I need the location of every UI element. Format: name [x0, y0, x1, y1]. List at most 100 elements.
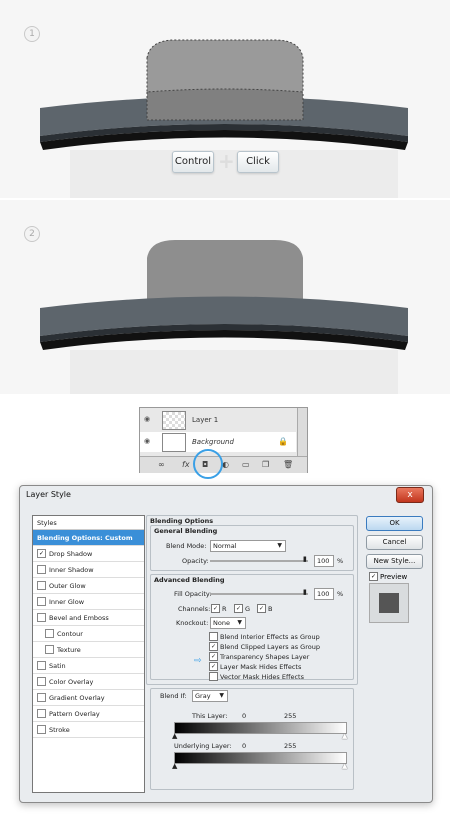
- blending-options-title: Blending Options: [150, 517, 214, 525]
- blend-mode-select[interactable]: Normal ▼: [210, 540, 286, 552]
- underlying-white-handle[interactable]: ▲: [342, 762, 347, 770]
- advanced-option-label: Layer Mask Hides Effects: [220, 663, 302, 671]
- link-icon[interactable]: ∞: [158, 460, 165, 469]
- advanced-option-label: Vector Mask Hides Effects: [220, 673, 304, 681]
- style-checkbox[interactable]: [37, 661, 46, 670]
- style-item-label: Outer Glow: [49, 582, 86, 590]
- style-item-label: Color Overlay: [49, 678, 94, 686]
- styles-list: Styles Blending Options: Custom ✓ Drop Sha…: [32, 515, 145, 793]
- style-item[interactable]: Texture: [33, 642, 144, 658]
- fx-icon[interactable]: fx: [182, 460, 190, 469]
- trash-icon[interactable]: 🗑: [283, 460, 293, 469]
- style-item[interactable]: Contour: [33, 626, 144, 642]
- folder-icon[interactable]: ▭: [242, 460, 250, 469]
- style-item-label: Stroke: [49, 726, 70, 734]
- style-checkbox[interactable]: [37, 581, 46, 590]
- layer-thumbnail: [162, 433, 186, 452]
- blend-if-group: [150, 688, 354, 790]
- opacity-slider[interactable]: [210, 560, 308, 562]
- style-checkbox[interactable]: ✓: [37, 549, 46, 558]
- arrow-indicator-icon: ⇨: [194, 656, 202, 666]
- this-layer-label: This Layer:: [192, 712, 228, 720]
- style-checkbox[interactable]: [37, 565, 46, 574]
- style-item[interactable]: Blending Options: Custom: [33, 530, 144, 546]
- chevron-down-icon: ▼: [237, 619, 242, 626]
- style-checkbox[interactable]: [37, 725, 46, 734]
- style-checkbox[interactable]: [37, 677, 46, 686]
- blending-options-pane: Blending Options General Blending Blend …: [146, 515, 358, 791]
- close-button[interactable]: x: [396, 487, 424, 503]
- channel-b-checkbox[interactable]: ✓: [257, 604, 266, 613]
- style-item[interactable]: Satin: [33, 658, 144, 674]
- this-layer-gradient[interactable]: [174, 722, 347, 734]
- chevron-down-icon: ▼: [219, 692, 224, 699]
- fill-opacity-label: Fill Opacity:: [174, 590, 212, 598]
- layer-thumbnail: [162, 411, 186, 430]
- style-checkbox[interactable]: [45, 629, 54, 638]
- channel-g-checkbox[interactable]: ✓: [234, 604, 243, 613]
- knockout-select[interactable]: None ▼: [210, 617, 246, 629]
- cancel-button[interactable]: Cancel: [366, 535, 423, 550]
- advanced-option-checkbox[interactable]: ✓: [209, 652, 218, 661]
- visibility-eye-icon[interactable]: ◉: [144, 415, 150, 423]
- fill-opacity-slider[interactable]: [210, 593, 308, 595]
- style-checkbox[interactable]: [37, 613, 46, 622]
- knockout-label: Knockout:: [176, 619, 209, 627]
- lock-icon: 🔒: [278, 437, 288, 446]
- fill-opacity-slider-handle[interactable]: ▮: [303, 588, 307, 596]
- preview-swatch-fill: [379, 593, 399, 613]
- advanced-blending-title: Advanced Blending: [154, 576, 225, 584]
- layers-toolbar: ∞ fx ◘ ◐ ▭ ❐ 🗑: [140, 456, 307, 473]
- new-layer-icon[interactable]: ❐: [262, 460, 269, 469]
- new-style-button[interactable]: New Style...: [366, 554, 423, 569]
- underlying-layer-gradient[interactable]: [174, 752, 347, 764]
- preview-checkbox[interactable]: ✓: [369, 572, 378, 581]
- style-item-label: Texture: [57, 646, 81, 654]
- step-1-panel: 1 Control + Click: [0, 0, 450, 198]
- style-item[interactable]: ✓ Drop Shadow: [33, 546, 144, 562]
- style-item-label: Contour: [57, 630, 83, 638]
- style-checkbox[interactable]: [37, 709, 46, 718]
- fill-opacity-input[interactable]: 100: [314, 588, 334, 600]
- this-layer-black-handle[interactable]: ▲: [172, 732, 177, 740]
- channel-g-label: G: [245, 605, 251, 613]
- layer-style-dialog: Layer Style x Styles Blending Options: C…: [19, 485, 433, 803]
- style-item[interactable]: Gradient Overlay: [33, 690, 144, 706]
- style-item[interactable]: Inner Shadow: [33, 562, 144, 578]
- underlying-black-handle[interactable]: ▲: [172, 762, 177, 770]
- style-item[interactable]: Inner Glow: [33, 594, 144, 610]
- layer-row-layer-1[interactable]: ◉ Layer 1: [140, 410, 296, 430]
- plus-sign: +: [218, 149, 235, 173]
- opacity-input[interactable]: 100: [314, 555, 334, 567]
- style-item[interactable]: Color Overlay: [33, 674, 144, 690]
- preview-swatch: [369, 583, 409, 623]
- advanced-option-label: Blend Interior Effects as Group: [220, 633, 320, 641]
- advanced-option-checkbox[interactable]: [209, 672, 218, 681]
- style-checkbox[interactable]: [37, 597, 46, 606]
- channel-r-checkbox[interactable]: ✓: [211, 604, 220, 613]
- advanced-option-checkbox[interactable]: [209, 632, 218, 641]
- style-item[interactable]: Bevel and Emboss: [33, 610, 144, 626]
- underlying-layer-max: 255: [284, 742, 297, 750]
- visibility-eye-icon[interactable]: ◉: [144, 437, 150, 445]
- highlight-ring: [193, 449, 223, 479]
- general-blending-title: General Blending: [154, 527, 218, 535]
- style-checkbox[interactable]: [37, 693, 46, 702]
- style-item[interactable]: Stroke: [33, 722, 144, 738]
- channel-b-label: B: [268, 605, 273, 613]
- style-checkbox[interactable]: [45, 645, 54, 654]
- advanced-option-checkbox[interactable]: ✓: [209, 662, 218, 671]
- layers-scrollbar[interactable]: [297, 408, 307, 456]
- this-layer-max: 255: [284, 712, 297, 720]
- this-layer-white-handle[interactable]: ▲: [342, 732, 347, 740]
- layers-panel: ◉ Layer 1 ◉ Background 🔒 ∞ fx ◘ ◐ ▭ ❐ 🗑: [139, 407, 308, 473]
- opacity-slider-handle[interactable]: ▮: [303, 555, 307, 563]
- style-item[interactable]: Outer Glow: [33, 578, 144, 594]
- style-item[interactable]: Pattern Overlay: [33, 706, 144, 722]
- advanced-option-checkbox[interactable]: ✓: [209, 642, 218, 651]
- control-key: Control: [172, 151, 214, 173]
- blend-if-select[interactable]: Gray ▼: [192, 690, 228, 702]
- ok-button[interactable]: OK: [366, 516, 423, 531]
- layer-row-background[interactable]: ◉ Background 🔒: [140, 432, 296, 452]
- adjustment-icon[interactable]: ◐: [222, 460, 229, 469]
